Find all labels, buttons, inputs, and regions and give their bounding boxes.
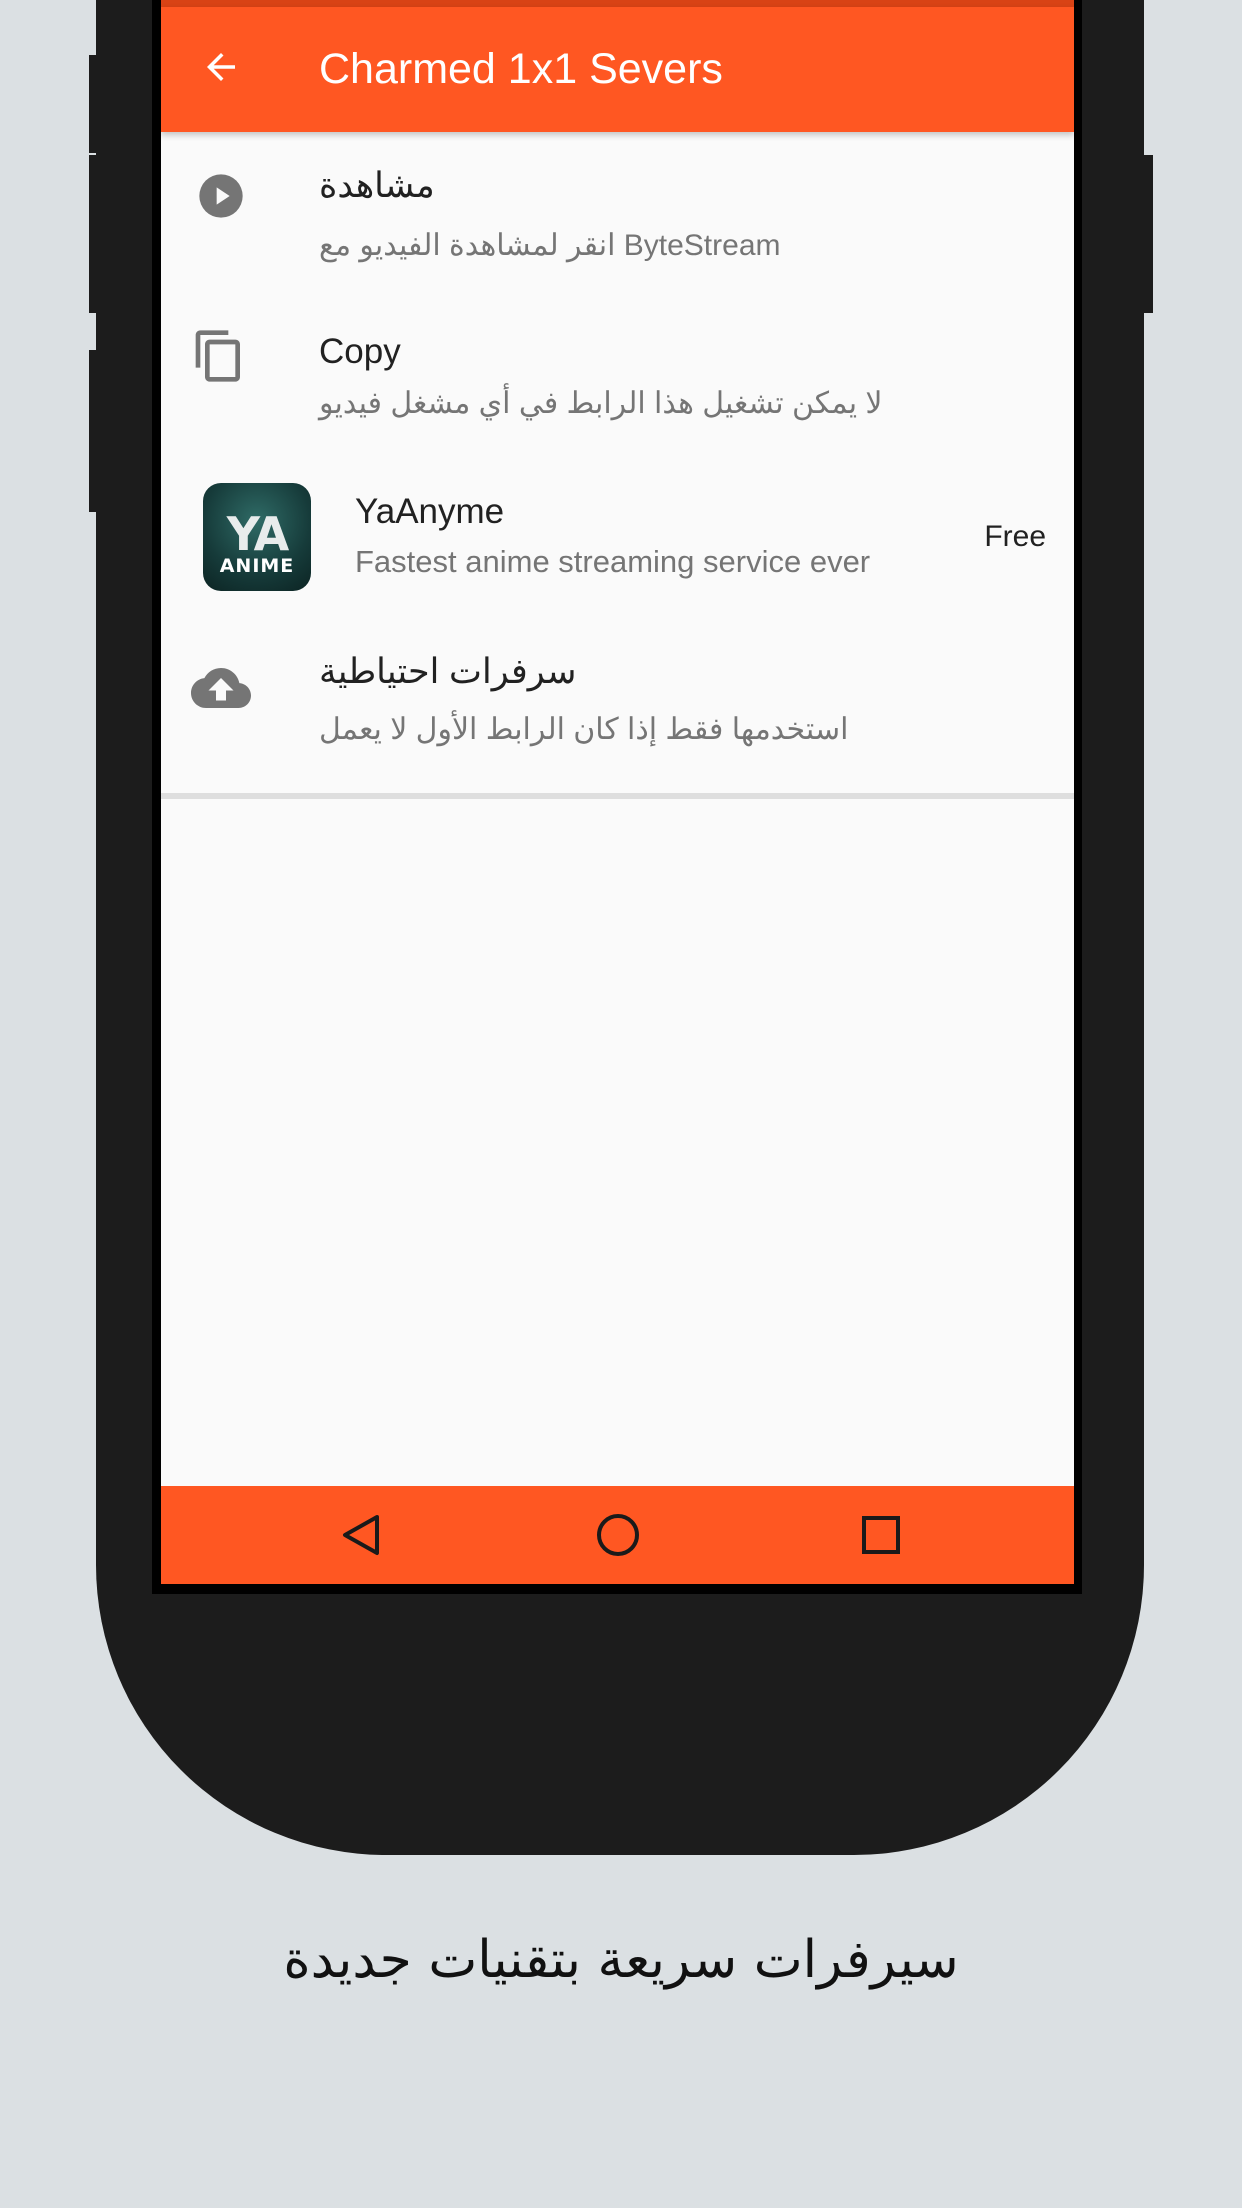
phone-side-button <box>1140 155 1153 313</box>
backup-title: سرفرات احتياطية <box>319 652 577 691</box>
list-item-watch[interactable]: مشاهدة انقر لمشاهدة الفيديو مع ByteStrea… <box>161 132 1074 292</box>
list-item-backup-servers[interactable]: سرفرات احتياطية استخدمها فقط إذا كان الر… <box>161 634 1074 792</box>
nav-bar <box>161 1486 1074 1584</box>
nav-home-icon <box>597 1514 639 1556</box>
app-title: YaAnyme <box>355 492 505 531</box>
app-logo-subtext: ANIME <box>219 555 295 577</box>
nav-home-button[interactable] <box>588 1505 648 1565</box>
copy-icon <box>191 328 247 384</box>
page-title: Charmed 1x1 Severs <box>319 45 723 93</box>
copy-subtitle: لا يمكن تشغيل هذا الرابط في أي مشغل فيدي… <box>319 387 883 420</box>
price-label: Free <box>984 520 1046 553</box>
nav-recents-button[interactable] <box>851 1505 911 1565</box>
nav-back-icon <box>343 1515 379 1555</box>
app-subtitle: Fastest anime streaming service ever <box>355 544 871 579</box>
cloud-upload-icon <box>191 658 251 718</box>
app-bar: Charmed 1x1 Severs <box>161 7 1074 132</box>
watch-subtitle: انقر لمشاهدة الفيديو مع ByteStream <box>319 229 781 262</box>
back-button[interactable] <box>191 37 251 97</box>
list-item-copy[interactable]: Copy لا يمكن تشغيل هذا الرابط في أي مشغل… <box>161 292 1074 452</box>
phone-side-button <box>89 55 99 153</box>
copy-title: Copy <box>319 332 401 371</box>
app-screen: Charmed 1x1 Severs مشاهدة انقر لمشاهدة ا… <box>161 0 1074 1584</box>
arrow-back-icon <box>207 53 235 81</box>
watch-title: مشاهدة <box>319 166 435 205</box>
status-strip <box>161 0 1074 7</box>
app-logo-text: YA <box>226 507 290 561</box>
phone-side-button <box>89 155 99 313</box>
nav-recents-icon <box>862 1516 900 1554</box>
promo-caption: سيرفرات سريعة بتقنيات جديدة <box>283 1930 959 1990</box>
nav-back-button[interactable] <box>331 1505 391 1565</box>
list-divider <box>161 793 1074 799</box>
play-circle-icon <box>195 170 247 222</box>
backup-subtitle: استخدمها فقط إذا كان الرابط الأول لا يعم… <box>319 713 849 746</box>
phone-side-button <box>89 350 99 512</box>
app-logo: YA ANIME <box>203 483 311 591</box>
